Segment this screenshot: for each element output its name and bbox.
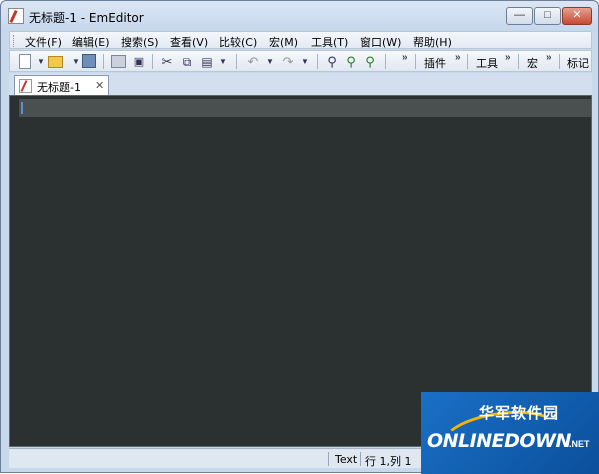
onlinedown-watermark-logo: 华军软件园 ONLINEDOWN .NET (421, 392, 599, 474)
toolbar-separator (415, 54, 416, 69)
redo-dropdown-chevron-icon[interactable]: ▼ (297, 54, 313, 70)
maximize-button[interactable]: □ (534, 7, 561, 25)
toolbar-marker-label[interactable]: 标记 (567, 55, 589, 71)
toolbar-separator (559, 54, 560, 69)
menu-tools[interactable]: 工具(T) (311, 34, 348, 50)
toolbar-separator (103, 54, 104, 69)
minimize-button[interactable]: — (506, 7, 533, 25)
redo-icon[interactable]: ↷ (280, 54, 296, 70)
close-button[interactable]: ✕ (562, 7, 592, 25)
status-separator (328, 452, 329, 466)
emeditor-window: 无标题-1 - EmEditor — □ ✕ 文件(F) 编辑(E) 搜索(S)… (0, 0, 599, 474)
document-icon (19, 79, 32, 93)
toolbar-plugins-label[interactable]: 插件 (424, 55, 446, 71)
current-line-highlight (19, 99, 591, 117)
status-separator (360, 452, 361, 466)
save-icon[interactable] (82, 54, 96, 68)
tools-overflow-chevron-icon[interactable]: » (505, 52, 511, 63)
status-file-mode[interactable]: Text (335, 453, 357, 466)
find-previous-icon[interactable]: ⚲ (362, 54, 378, 70)
menu-view[interactable]: 查看(V) (170, 34, 208, 50)
watermark-chinese-text: 华军软件园 (479, 404, 560, 422)
watermark-english-text: ONLINEDOWN (427, 430, 571, 452)
watermark-net-suffix: .NET (569, 439, 590, 449)
tab-close-icon[interactable]: ✕ (95, 79, 104, 92)
menu-macro[interactable]: 宏(M) (269, 34, 298, 50)
menu-window[interactable]: 窗口(W) (360, 34, 401, 50)
menu-help[interactable]: 帮助(H) (413, 34, 452, 50)
toolbar-separator (317, 54, 318, 69)
toolbar-separator (385, 54, 386, 69)
paste-icon[interactable]: ▤ (199, 54, 215, 70)
menu-compare[interactable]: 比较(C) (219, 34, 257, 50)
toolbar-overflow-chevron-icon[interactable]: » (402, 52, 408, 63)
menu-file[interactable]: 文件(F) (25, 34, 62, 50)
new-dropdown-chevron-icon[interactable]: ▼ (33, 54, 49, 70)
title-bar[interactable]: 无标题-1 - EmEditor — □ ✕ (1, 1, 598, 31)
menu-search[interactable]: 搜索(S) (121, 34, 159, 50)
toolbar-tools-label[interactable]: 工具 (476, 55, 498, 71)
tab-label: 无标题-1 (37, 81, 81, 94)
text-caret (21, 102, 23, 114)
menu-bar: 文件(F) 编辑(E) 搜索(S) 查看(V) 比较(C) 宏(M) 工具(T)… (9, 31, 592, 49)
undo-dropdown-chevron-icon[interactable]: ▼ (262, 54, 278, 70)
open-file-icon[interactable] (48, 56, 63, 68)
toolbar-separator (467, 54, 468, 69)
menu-grip[interactable] (13, 35, 16, 47)
find-next-icon[interactable]: ⚲ (343, 54, 359, 70)
window-title: 无标题-1 - EmEditor (29, 11, 144, 25)
tab-strip: 无标题-1 ✕ (9, 73, 592, 96)
new-file-icon[interactable] (19, 54, 31, 69)
cut-icon[interactable]: ✂ (159, 54, 175, 70)
print-icon[interactable] (111, 55, 126, 68)
toolbar: ▼ ▼ ▣ ✂ ⧉ ▤ ▼ ↶ ▼ ↷ ▼ ⚲ ⚲ ⚲ » 插件 » 工具 » … (9, 50, 592, 72)
plugins-overflow-chevron-icon[interactable]: » (455, 52, 461, 63)
print-preview-icon[interactable]: ▣ (131, 54, 147, 70)
editor-gutter (10, 96, 18, 446)
macro-overflow-chevron-icon[interactable]: » (546, 52, 552, 63)
toolbar-separator (518, 54, 519, 69)
status-cursor-position[interactable]: 行 1,列 1 (365, 453, 412, 469)
copy-icon[interactable]: ⧉ (179, 54, 195, 70)
toolbar-macro-label[interactable]: 宏 (527, 55, 538, 71)
menu-edit[interactable]: 编辑(E) (72, 34, 110, 50)
app-icon (8, 8, 24, 24)
toolbar-separator (152, 54, 153, 69)
toolbar-separator (236, 54, 237, 69)
tab-untitled-1[interactable]: 无标题-1 ✕ (14, 75, 109, 96)
find-icon[interactable]: ⚲ (324, 54, 340, 70)
undo-icon[interactable]: ↶ (245, 54, 261, 70)
paste-dropdown-chevron-icon[interactable]: ▼ (215, 54, 231, 70)
